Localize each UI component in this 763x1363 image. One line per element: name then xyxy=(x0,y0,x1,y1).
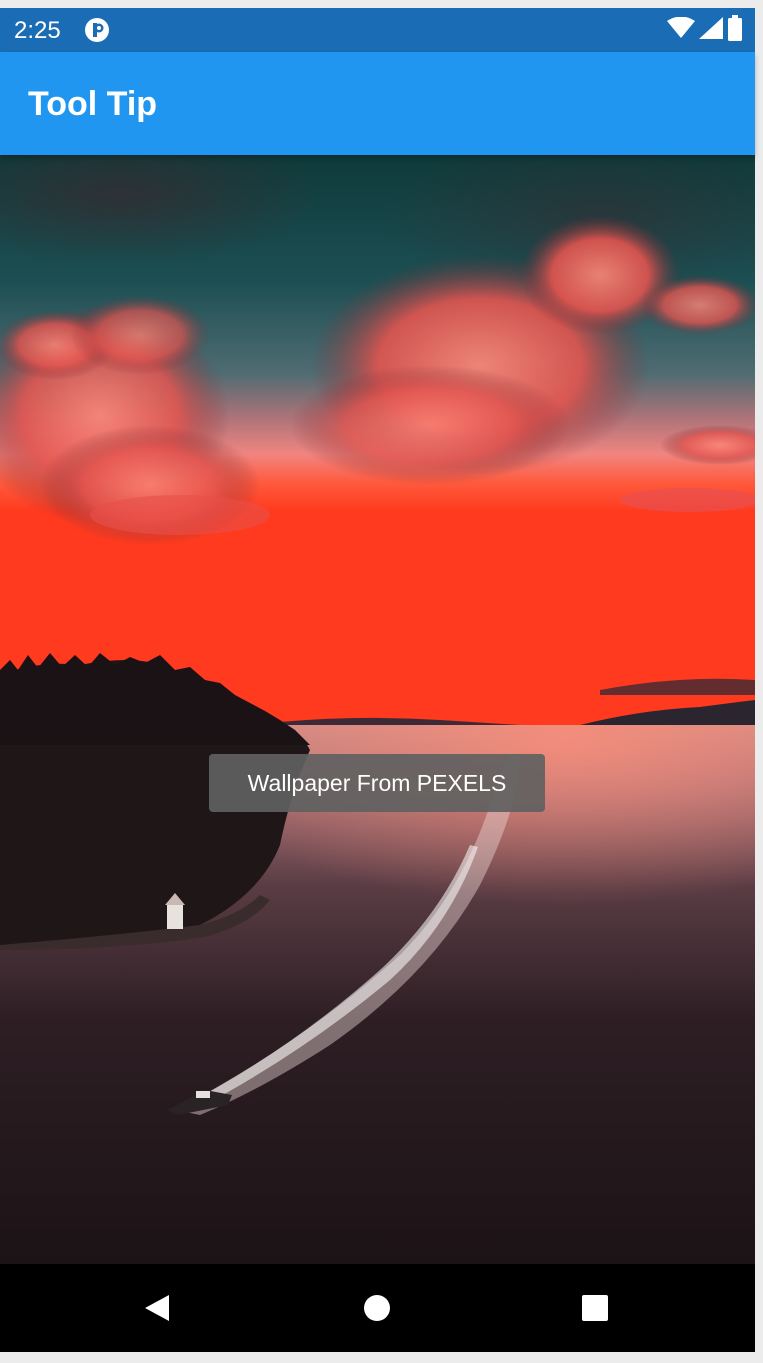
battery-icon xyxy=(727,14,743,46)
tooltip: Wallpaper From PEXELS xyxy=(209,754,545,812)
home-icon[interactable] xyxy=(333,1264,421,1352)
recents-icon[interactable] xyxy=(551,1264,639,1352)
app-title: Tool Tip xyxy=(28,85,158,123)
wifi-icon xyxy=(667,16,695,44)
bottom-frame xyxy=(0,1352,755,1363)
wallpaper-image[interactable] xyxy=(0,155,755,1264)
cell-signal-icon xyxy=(699,16,723,44)
back-icon[interactable] xyxy=(113,1264,201,1352)
status-icons xyxy=(667,14,743,46)
wallpaper-scene xyxy=(0,155,755,1264)
app-notification-icon xyxy=(84,17,110,43)
status-time: 2:25 xyxy=(14,17,61,44)
app-bar: Tool Tip xyxy=(0,52,755,155)
status-bar: 2:25 xyxy=(0,8,755,52)
top-frame xyxy=(0,0,755,8)
navigation-bar xyxy=(0,1264,755,1352)
phone-screen: 2:25 Tool Tip Wallpaper From PEXELS xyxy=(0,0,755,1363)
